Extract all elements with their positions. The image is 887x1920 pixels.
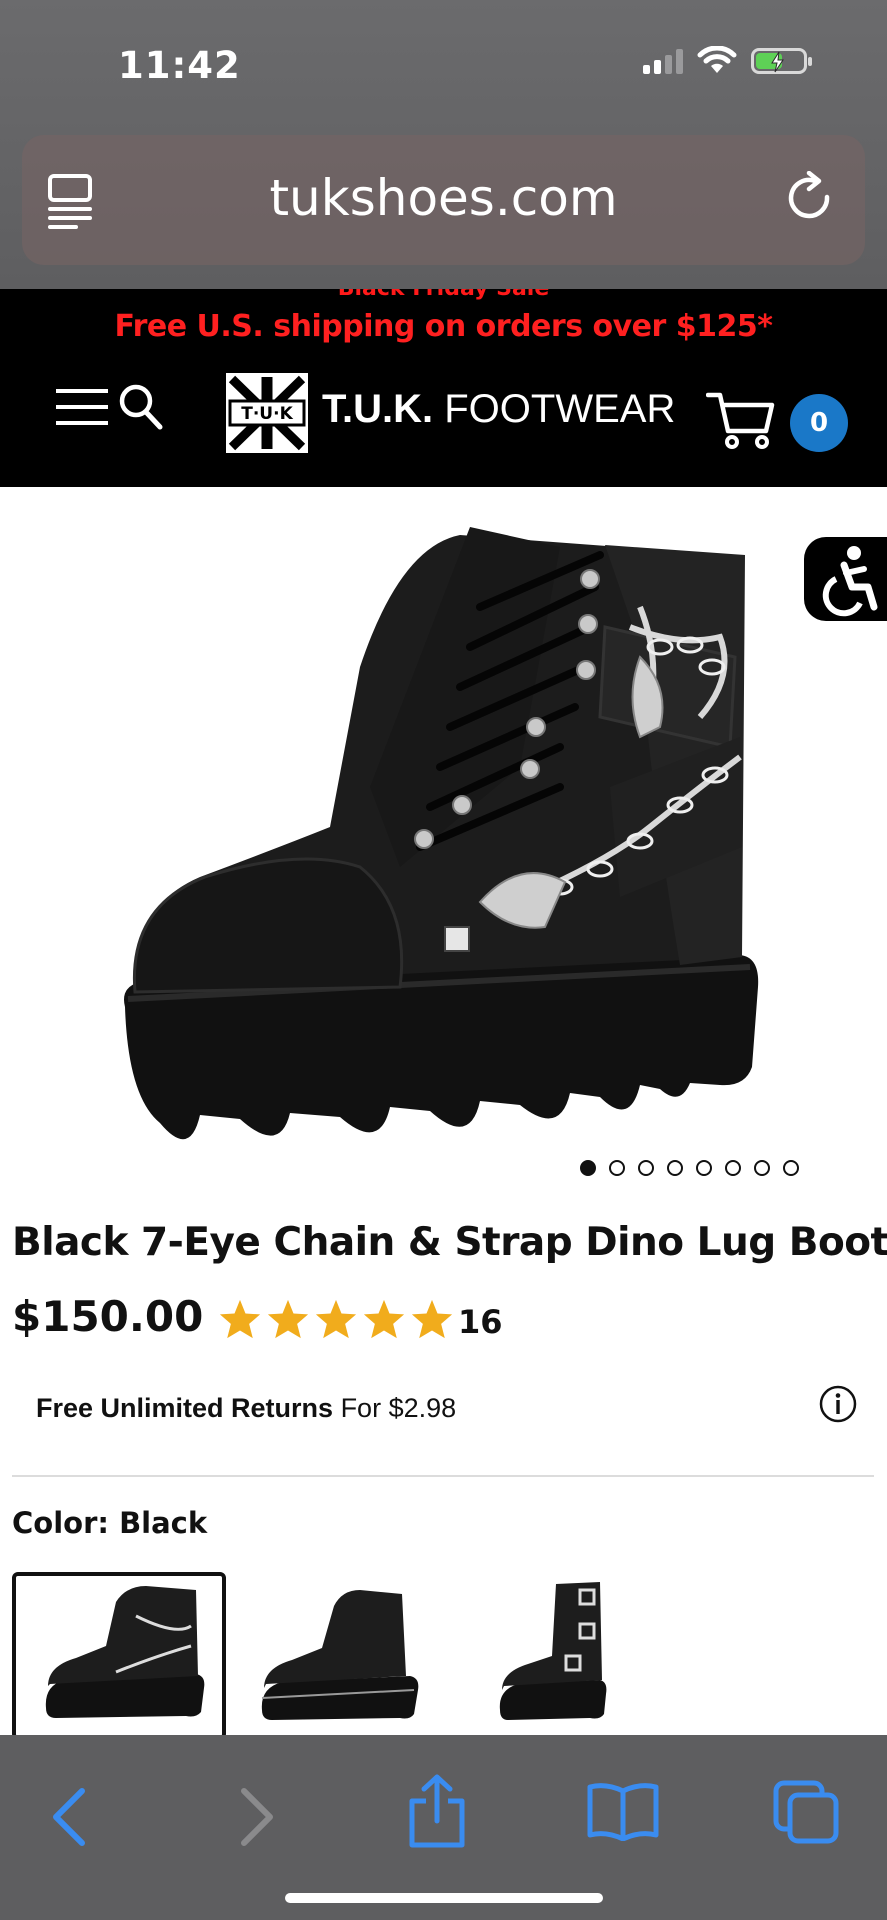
cellular-signal-icon bbox=[643, 48, 683, 74]
cart-count-badge[interactable]: 0 bbox=[790, 394, 848, 452]
swatch-boot-image bbox=[499, 1582, 607, 1720]
reload-icon[interactable] bbox=[783, 171, 837, 229]
carousel-dot[interactable] bbox=[580, 1160, 596, 1176]
share-icon[interactable] bbox=[406, 1773, 468, 1849]
carousel-dot[interactable] bbox=[783, 1160, 799, 1176]
carousel-dot[interactable] bbox=[754, 1160, 770, 1176]
browser-top-chrome: 11:42 tukshoes.com bbox=[0, 0, 887, 289]
swatch-boot-image bbox=[261, 1590, 419, 1720]
star-icon bbox=[411, 1299, 453, 1339]
carousel-dot[interactable] bbox=[667, 1160, 683, 1176]
color-swatch-chain-strap[interactable] bbox=[12, 1572, 226, 1740]
forward-icon[interactable] bbox=[236, 1787, 278, 1847]
wifi-icon bbox=[697, 46, 737, 73]
accessibility-button[interactable] bbox=[804, 537, 887, 621]
bookmarks-icon[interactable] bbox=[586, 1781, 660, 1841]
carousel-dot[interactable] bbox=[725, 1160, 741, 1176]
site-header: Black Friday Sale Free U.S. shipping on … bbox=[0, 289, 887, 487]
brand-wordmark[interactable]: T.U.K. FOOTWEAR bbox=[322, 387, 675, 432]
color-swatch-buckle[interactable] bbox=[472, 1572, 686, 1740]
address-bar[interactable]: tukshoes.com bbox=[22, 135, 865, 265]
product-title: Black 7-Eye Chain & Strap Dino Lug Boot bbox=[12, 1220, 887, 1265]
status-icons bbox=[643, 46, 812, 76]
swatch-boot-image bbox=[45, 1586, 205, 1718]
product-main-image[interactable] bbox=[0, 487, 887, 1167]
brand-wordmark-bold: T.U.K. bbox=[322, 387, 434, 431]
review-count[interactable]: 16 bbox=[458, 1303, 503, 1341]
search-icon[interactable] bbox=[118, 383, 164, 431]
tuk-logo-badge[interactable]: T·U·K bbox=[226, 373, 308, 453]
cart-icon[interactable] bbox=[706, 391, 776, 449]
star-icon bbox=[315, 1299, 357, 1339]
promo-banner[interactable]: Free U.S. shipping on orders over $125* bbox=[0, 309, 887, 344]
divider bbox=[12, 1475, 874, 1477]
returns-title: Free Unlimited Returns bbox=[36, 1393, 334, 1423]
brand-wordmark-light: FOOTWEAR bbox=[433, 387, 676, 431]
star-icon bbox=[219, 1299, 261, 1339]
color-label: Color: Black bbox=[12, 1506, 208, 1540]
star-icon bbox=[267, 1299, 309, 1339]
url-text[interactable]: tukshoes.com bbox=[22, 169, 865, 227]
carousel-dot[interactable] bbox=[609, 1160, 625, 1176]
color-swatch-plain[interactable] bbox=[242, 1572, 456, 1740]
logo-badge-text: T·U·K bbox=[241, 404, 293, 424]
back-icon[interactable] bbox=[48, 1787, 90, 1847]
image-carousel-dots[interactable] bbox=[580, 1160, 799, 1176]
product-price: $150.00 bbox=[12, 1292, 204, 1341]
browser-bottom-toolbar bbox=[0, 1735, 887, 1920]
carousel-dot[interactable] bbox=[696, 1160, 712, 1176]
tabs-icon[interactable] bbox=[772, 1779, 840, 1845]
star-rating[interactable] bbox=[218, 1298, 454, 1340]
promo-banner-previous: Black Friday Sale bbox=[0, 289, 887, 303]
battery-icon bbox=[751, 48, 812, 74]
accessibility-icon bbox=[822, 546, 878, 617]
carousel-dot[interactable] bbox=[638, 1160, 654, 1176]
returns-info: Free Unlimited Returns For $2.98 bbox=[36, 1393, 456, 1424]
info-icon[interactable] bbox=[818, 1384, 858, 1424]
star-icon bbox=[363, 1299, 405, 1339]
hamburger-menu-icon[interactable] bbox=[56, 387, 108, 427]
home-indicator bbox=[285, 1893, 603, 1903]
returns-price: For $2.98 bbox=[333, 1393, 457, 1423]
status-time: 11:42 bbox=[118, 44, 241, 87]
